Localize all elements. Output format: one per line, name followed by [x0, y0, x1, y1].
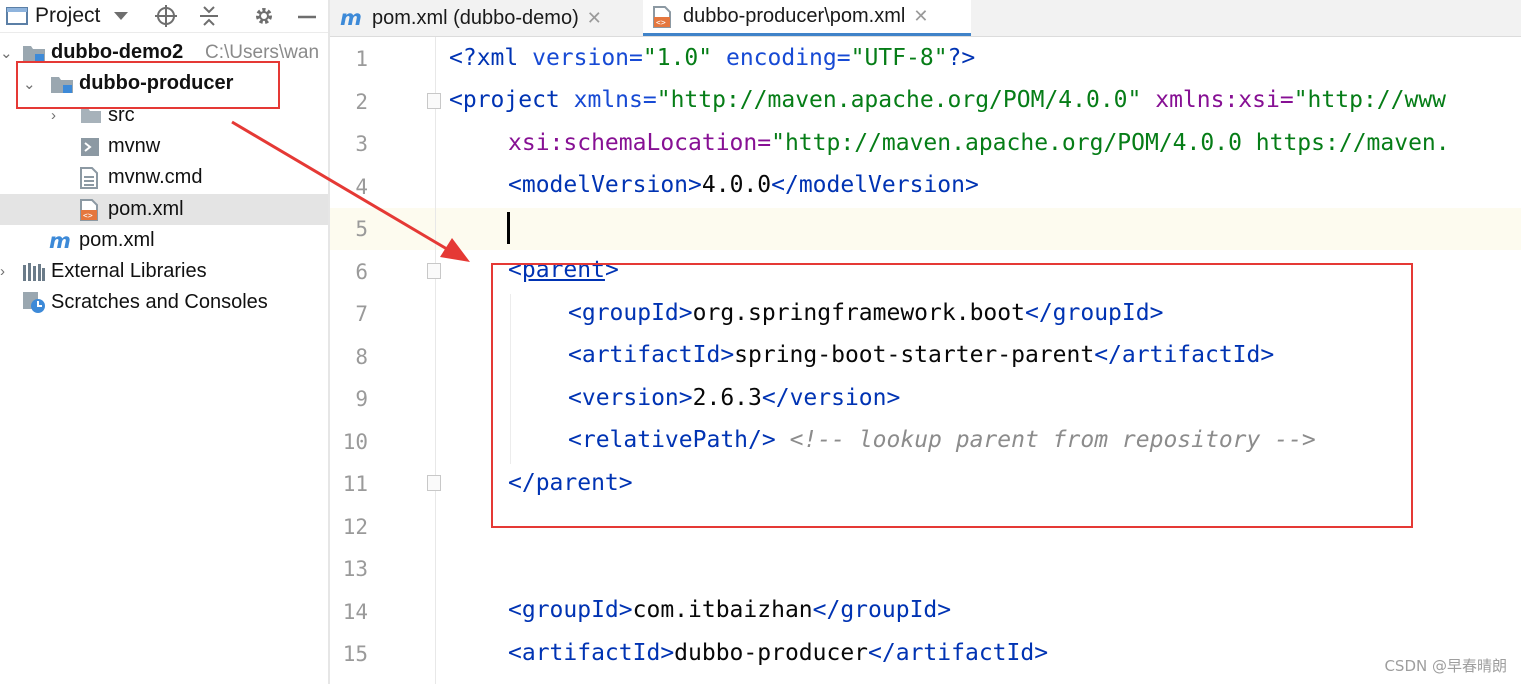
annotation-arrow-icon	[231, 120, 470, 262]
watermark: CSDN @早春晴朗	[1384, 657, 1507, 675]
